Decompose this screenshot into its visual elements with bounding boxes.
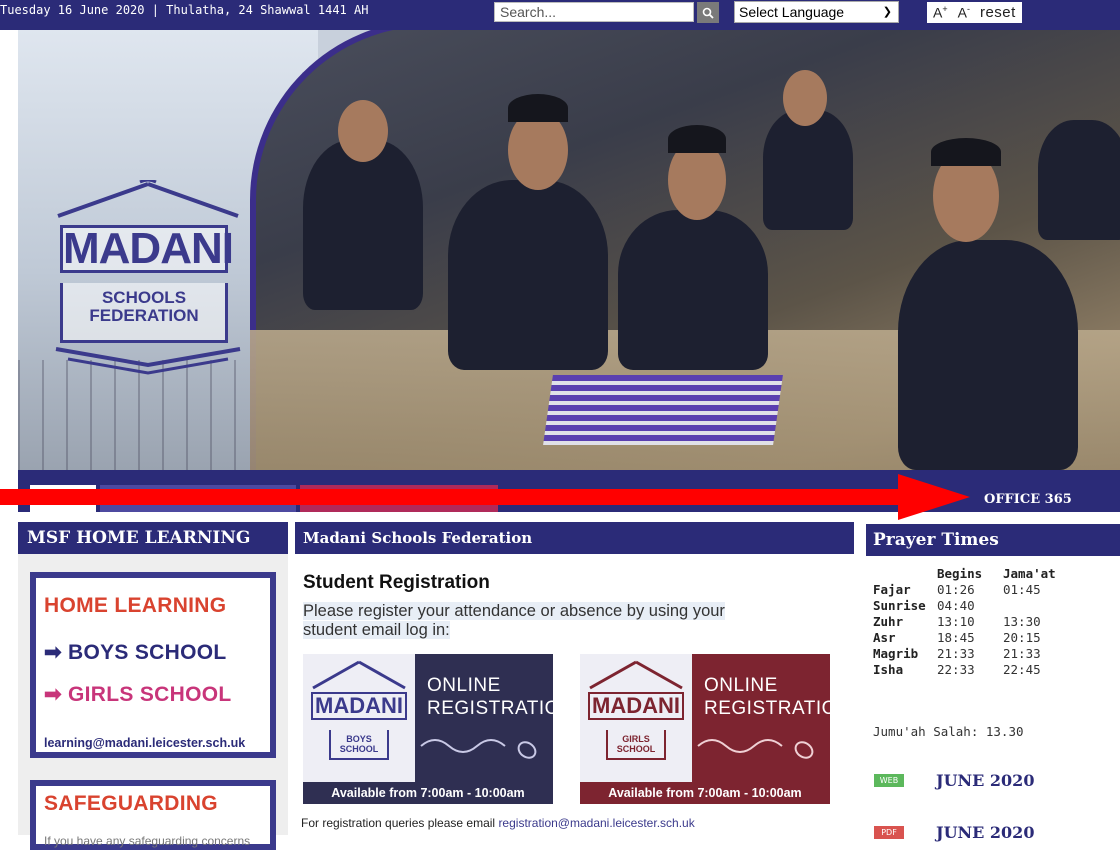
search-icon [702,7,714,19]
nav-office-365[interactable]: OFFICE 365 [984,488,1072,515]
font-size-controls: A+ A- reset [927,2,1022,23]
student-cap [931,138,1001,166]
table-row: Magrib 21:33 21:33 [873,646,1041,661]
home-learning-heading: MSF HOME LEARNING [18,522,288,554]
prayer-times-heading: Prayer Times [866,524,1120,556]
student-figure [1038,120,1120,240]
student-figure [898,240,1078,470]
language-select-value: Select Language [739,4,845,20]
safeguarding-title: SAFEGUARDING [44,792,218,815]
student-face [508,110,568,190]
table-row: Asr 18:45 20:15 [873,630,1041,645]
registration-email-link[interactable]: registration@madani.leicester.sch.uk [498,816,694,830]
table-row: Sunrise 04:40 [873,598,975,613]
hero-banner: MADANI SCHOOLS FEDERATION [18,30,1120,470]
student-cap [508,94,568,122]
nav-information[interactable]: INFORMATION [516,485,624,512]
table-row: Fajar 01:26 01:45 [873,582,1041,597]
girls-tile-footer: Available from 7:00am - 10:00am [580,782,830,804]
logo-roof-icon [312,660,406,690]
hero-books [543,375,783,445]
search-button[interactable] [697,2,719,23]
web-badge: WEB [874,774,904,787]
girls-tile-logo: MADANI GIRLS SCHOOL [580,654,692,782]
logo-roof-icon [57,180,239,218]
logo-roof-icon [589,660,683,690]
boys-tile-logo: MADANI BOYS SCHOOL [303,654,415,782]
home-learning-panel: HOME LEARNING ➡ BOYS SCHOOL ➡ GIRLS SCHO… [18,554,288,850]
nav-community[interactable]: COMMUNITY [654,485,749,512]
student-figure [303,140,423,310]
nav-boys-school[interactable]: MADANI BOYS SCHOOL [100,485,296,512]
table-row: Isha 22:33 22:45 [873,662,1041,677]
learning-email-link[interactable]: learning@madani.leicester.sch.uk [44,736,245,750]
top-bar: Tuesday 16 June 2020 | Thulatha, 24 Shaw… [0,0,1120,30]
col-begins: Begins [937,566,983,581]
boys-tile-banner: ONLINE REGISTRATION [415,654,574,782]
mouse-cable-icon [697,739,814,759]
boys-school-link[interactable]: ➡ BOYS SCHOOL [44,640,227,665]
girls-registration-tile[interactable]: MADANI GIRLS SCHOOL ONLINE REGISTRATION Av… [580,654,851,804]
nav-vacancies[interactable]: VACANCIES [774,485,858,512]
prayer-timetable-web-link[interactable]: WEB JUNE 2020 [874,770,1034,790]
girls-tile-banner: ONLINE REGISTRATION [692,654,851,782]
safeguarding-card: SAFEGUARDING If you have any safeguardin… [30,780,276,850]
federation-heading: Madani Schools Federation [295,522,854,554]
federation-panel: Student Registration Please register you… [295,554,854,835]
jumuah-time: Jumu'ah Salah: 13.30 [873,724,1024,739]
student-registration-title: Student Registration [303,572,490,593]
search-input[interactable]: Search... [494,2,694,22]
madani-logo: MADANI SCHOOLS FEDERATION [48,140,248,390]
nav-girls-school[interactable]: MADANI GIRLS SCHOOL [300,485,498,512]
col-jamaat: Jama'at [1003,566,1056,581]
prayer-times-panel: Begins Jama'at Fajar 01:26 01:45 Sunrise 04… [866,556,1120,842]
font-increase-button[interactable]: A+ [933,4,948,21]
boys-tile-footer: Available from 7:00am - 10:00am [303,782,553,804]
language-select[interactable]: Select Language ❯ [734,1,899,23]
logo-subtitle: SCHOOLS FEDERATION [60,283,228,343]
mouse-cable-icon [420,739,537,759]
nav-contact[interactable]: CONT [888,485,930,512]
logo-title: MADANI [60,225,234,273]
pdf-badge: PDF [874,826,904,839]
registration-instructions: Please register your attendance or absen… [303,602,725,639]
student-cap [668,125,726,153]
nav-home[interactable]: HOME [30,485,96,512]
date-text: Tuesday 16 June 2020 | Thulatha, 24 Shaw… [0,3,369,17]
font-reset-button[interactable]: reset [980,4,1016,21]
table-row: Zuhr 13:10 13:30 [873,614,1041,629]
student-figure [763,110,853,230]
chevron-down-icon: ❯ [882,6,892,18]
student-figure [448,180,608,370]
student-figure [618,210,768,370]
main-nav: HOME MADANI BOYS SCHOOL MADANI GIRLS SCH… [18,470,1120,512]
home-learning-title: HOME LEARNING [44,594,227,617]
logo-base-icon [55,347,241,375]
home-learning-card: HOME LEARNING ➡ BOYS SCHOOL ➡ GIRLS SCHO… [30,572,276,758]
student-face [338,100,388,162]
font-decrease-button[interactable]: A- [958,4,970,21]
student-face [783,70,827,126]
prayer-timetable-pdf-link[interactable]: PDF JUNE 2020 [874,822,1034,842]
safeguarding-text: If you have any safeguarding concerns [44,834,251,848]
registration-query: For registration queries please email re… [301,816,695,830]
prayer-times-table: Begins Jama'at Fajar 01:26 01:45 Sunrise 04… [873,566,1062,678]
boys-registration-tile[interactable]: MADANI BOYS SCHOOL ONLINE REGISTRATION Ava… [303,654,574,804]
girls-school-link[interactable]: ➡ GIRLS SCHOOL [44,682,231,707]
